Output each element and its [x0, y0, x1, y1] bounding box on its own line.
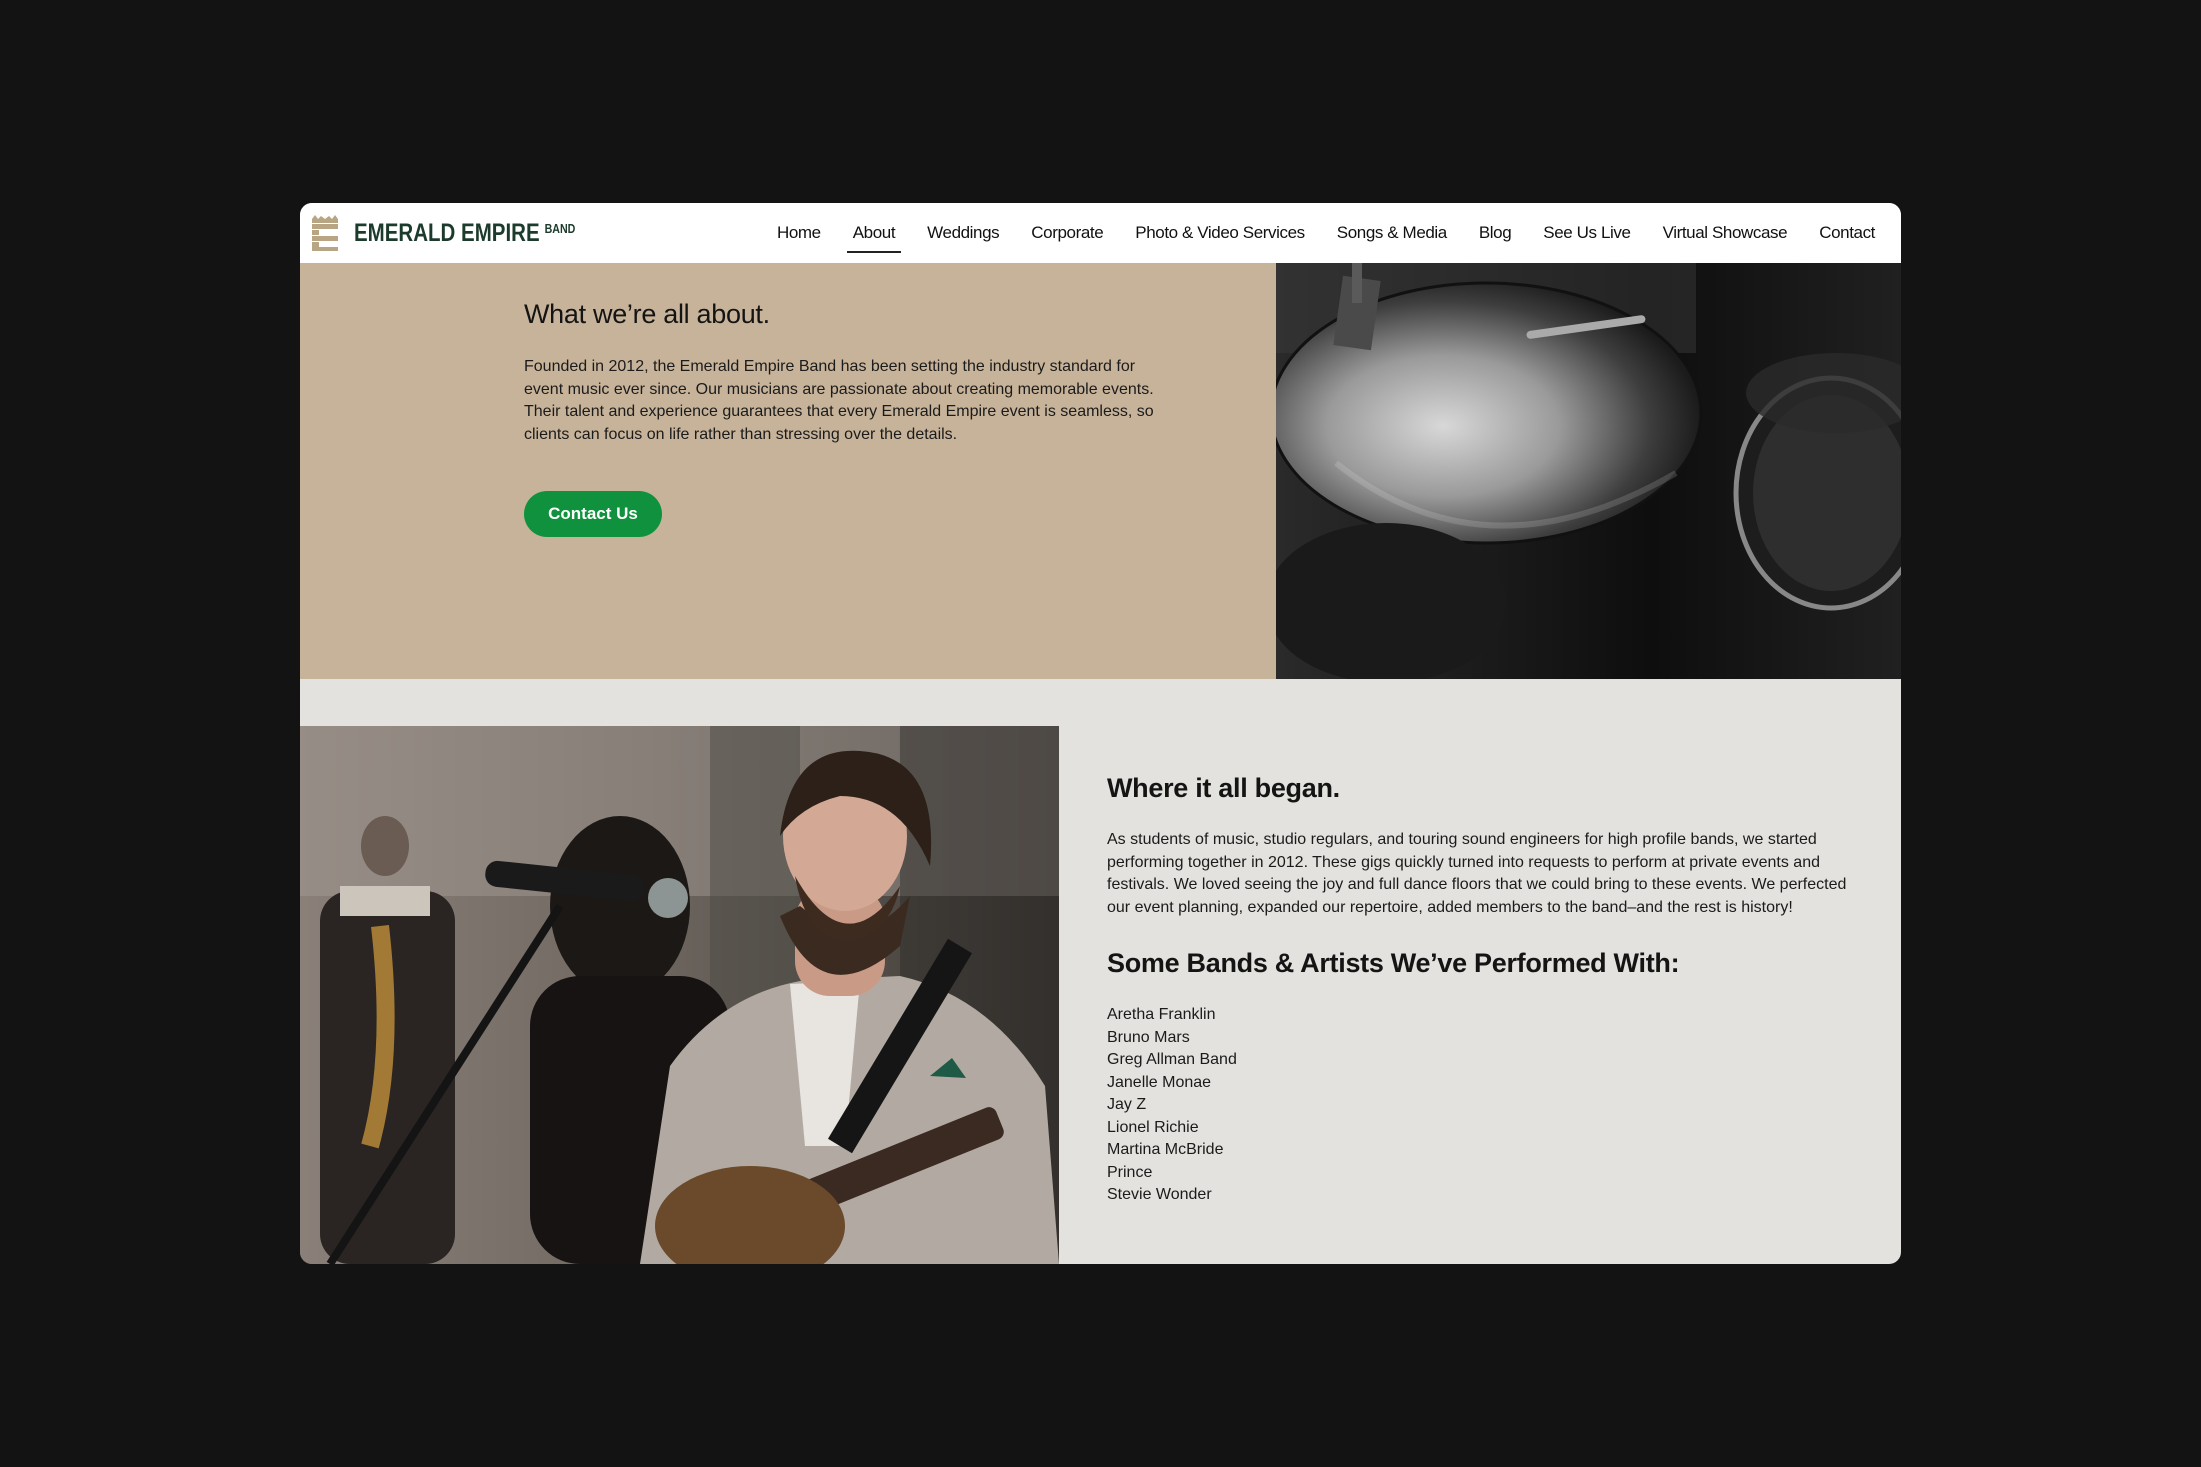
story-text: As students of music, studio regulars, a…	[1107, 831, 1847, 916]
main-nav: Home About Weddings Corporate Photo & Vi…	[751, 203, 1881, 263]
band-item: Lionel Richie	[1107, 1118, 1199, 1136]
nav-see-us-live[interactable]: See Us Live	[1537, 219, 1636, 247]
nav-contact[interactable]: Contact	[1813, 219, 1881, 247]
nav-virtual-showcase[interactable]: Virtual Showcase	[1657, 219, 1794, 247]
site-header: EMERALD EMPIRE BAND Home About Weddings C…	[300, 203, 1901, 263]
bands-title: Some Bands & Artists We’ve Performed Wit…	[1107, 948, 1680, 979]
nav-photo-video-services[interactable]: Photo & Video Services	[1129, 219, 1311, 247]
nav-corporate[interactable]: Corporate	[1025, 219, 1109, 247]
nav-about[interactable]: About	[846, 219, 902, 253]
story-title: Where it all began.	[1107, 773, 1340, 803]
nav-home[interactable]: Home	[771, 219, 827, 247]
drum-photo-image	[1276, 263, 1901, 679]
bands-list: Aretha Franklin Bruno Mars Greg Allman B…	[1107, 1004, 1867, 1207]
castle-logo-icon	[312, 215, 338, 251]
drum-cymbal-photo	[1276, 263, 1901, 679]
contact-us-button[interactable]: Contact Us	[524, 491, 662, 537]
browser-page: EMERALD EMPIRE BAND Home About Weddings C…	[300, 203, 1901, 1264]
band-item: Stevie Wonder	[1107, 1186, 1212, 1204]
logo-wordmark: EMERALD EMPIRE BAND	[354, 219, 575, 248]
story-section: Where it all began. As students of music…	[1107, 773, 1867, 1207]
logo-band: BAND	[544, 220, 576, 236]
band-item: Bruno Mars	[1107, 1028, 1190, 1046]
nav-songs-media[interactable]: Songs & Media	[1331, 219, 1453, 247]
singer-guitarist-photo	[300, 726, 1059, 1264]
nav-blog[interactable]: Blog	[1473, 219, 1517, 247]
logo-name: EMERALD EMPIRE	[354, 218, 540, 247]
about-text: Founded in 2012, the Emerald Empire Band…	[524, 358, 1154, 443]
about-section: What we’re all about. Founded in 2012, t…	[300, 263, 1276, 679]
band-item: Greg Allman Band	[1107, 1051, 1237, 1069]
band-item: Prince	[1107, 1163, 1153, 1181]
band-item: Jay Z	[1107, 1096, 1147, 1114]
band-item: Aretha Franklin	[1107, 1006, 1216, 1024]
nav-weddings[interactable]: Weddings	[921, 219, 1005, 247]
band-item: Martina McBride	[1107, 1141, 1224, 1159]
site-logo[interactable]: EMERALD EMPIRE BAND	[310, 203, 624, 263]
about-title: What we’re all about.	[524, 299, 770, 329]
singer-photo-image	[300, 726, 1059, 1264]
band-item: Janelle Monae	[1107, 1073, 1212, 1091]
